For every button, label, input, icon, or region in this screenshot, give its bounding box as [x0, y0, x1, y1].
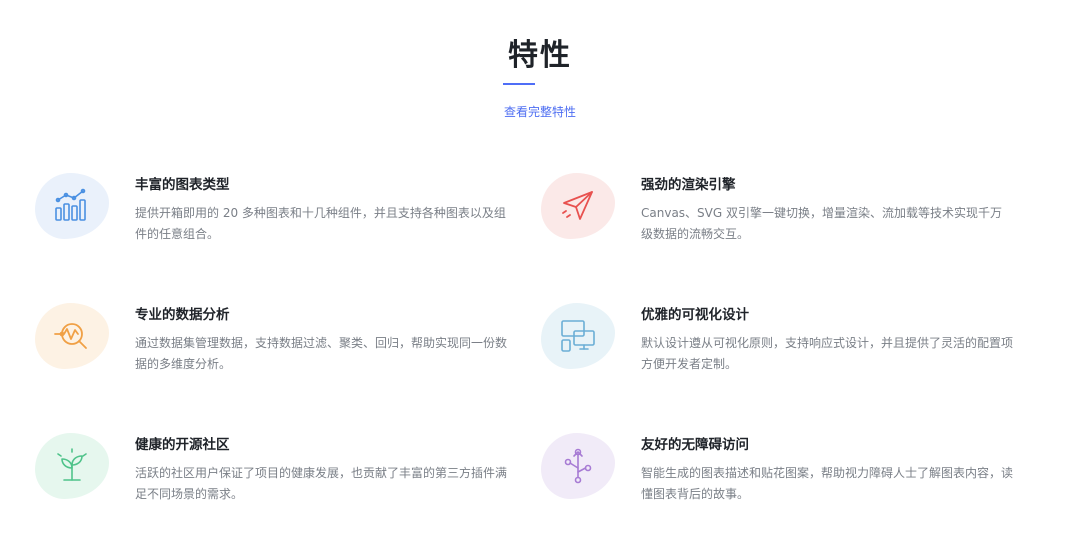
feature-description: 通过数据集管理数据，支持数据过滤、聚类、回归，帮助实现同一份数据的多维度分析。 [135, 336, 508, 371]
feature-open-source-community: 健康的开源社区 活跃的社区用户保证了项目的健康发展，也贡献了丰富的第三方插件满足… [35, 433, 507, 523]
feature-title: 专业的数据分析 [135, 307, 230, 323]
view-all-features-link[interactable]: 查看完整特性 [0, 103, 1080, 120]
feature-visual-design: 优雅的可视化设计 默认设计遵从可视化原则，支持响应式设计，并且提供了灵活的配置项… [541, 303, 1013, 393]
feature-title: 健康的开源社区 [135, 437, 230, 453]
section-title: 特性 [508, 38, 572, 73]
branch-nodes-icon [541, 433, 615, 499]
feature-rich-chart-types: 丰富的图表类型 提供开箱即用的 20 多种图表和十几种组件，并且支持各种图表以及… [35, 173, 506, 263]
feature-accessibility: 友好的无障碍访问 智能生成的图表描述和贴花图案，帮助视力障碍人士了解图表内容，读… [541, 433, 1013, 523]
responsive-devices-icon [541, 303, 615, 369]
feature-title: 友好的无障碍访问 [641, 437, 749, 453]
paper-plane-icon [541, 173, 615, 239]
feature-description: 活跃的社区用户保证了项目的健康发展，也贡献了丰富的第三方插件满足不同场景的需求。 [135, 466, 508, 501]
feature-title: 强劲的渲染引擎 [641, 177, 736, 193]
analysis-magnifier-icon [35, 303, 109, 369]
sprout-icon [35, 433, 109, 499]
bar-chart-icon [35, 173, 109, 239]
feature-rendering-engine: 强劲的渲染引擎 Canvas、SVG 双引擎一键切换，增量渲染、流加载等技术实现… [541, 173, 1002, 263]
feature-description: 智能生成的图表描述和贴花图案，帮助视力障碍人士了解图表内容，读懂图表背后的故事。 [641, 466, 1014, 501]
title-underline [503, 83, 535, 85]
feature-data-analysis: 专业的数据分析 通过数据集管理数据，支持数据过滤、聚类、回归，帮助实现同一份数据… [35, 303, 507, 393]
feature-description: Canvas、SVG 双引擎一键切换，增量渲染、流加载等技术实现千万级数据的流畅… [641, 206, 1002, 241]
feature-description: 提供开箱即用的 20 多种图表和十几种组件，并且支持各种图表以及组件的任意组合。 [135, 206, 506, 241]
feature-title: 优雅的可视化设计 [641, 307, 749, 323]
feature-title: 丰富的图表类型 [135, 177, 230, 193]
feature-description: 默认设计遵从可视化原则，支持响应式设计，并且提供了灵活的配置项方便开发者定制。 [641, 336, 1014, 371]
